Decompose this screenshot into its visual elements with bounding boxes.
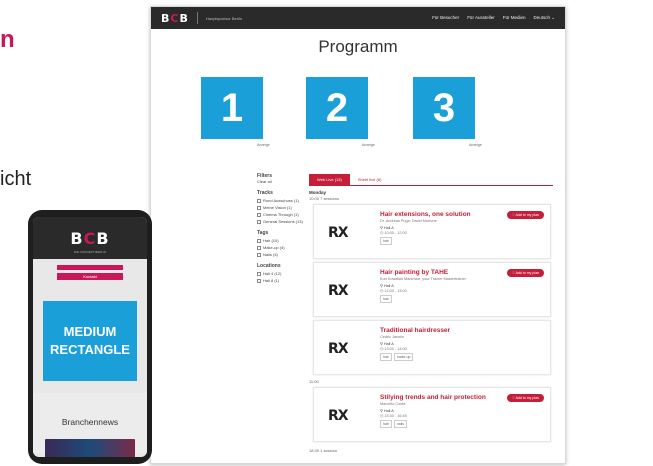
top-navigation-bar: BCB Hauptsponsor Berlin Für Besucher Für… <box>151 7 565 29</box>
day-label: Monday <box>309 190 327 195</box>
tag-filter[interactable]: Nails (4) <box>257 252 307 257</box>
news-heading: Branchennews <box>61 417 119 427</box>
logo-divider <box>196 12 198 24</box>
session-tags: hair nails <box>380 420 408 428</box>
news-image[interactable] <box>45 439 135 457</box>
program-list: Web Live (13) Sheet live (8) Monday 10:0… <box>309 173 553 453</box>
desktop-screenshot: BCB Hauptsponsor Berlin Für Besucher Für… <box>150 6 566 464</box>
tag-filter[interactable]: Make-up (4) <box>257 245 307 250</box>
ad-banner-2[interactable]: 2 <box>306 77 368 139</box>
session-speakers: Cedric Jasmin <box>380 335 405 339</box>
nav-item-exhibitors[interactable]: Für Aussteller <box>467 15 495 21</box>
session-title[interactable]: Traditional hairdresser <box>380 327 450 334</box>
banner-row: 1 Anzeige 2 Anzeige 3 Anzeige <box>151 77 565 157</box>
tab-sheet-live[interactable]: Sheet live (8) <box>350 174 390 185</box>
add-to-plan-button[interactable]: ♡ Add to my plan <box>506 394 544 402</box>
session-card[interactable]: RX Stilying trends and hair protection M… <box>313 387 551 442</box>
partial-heading: n <box>0 26 15 53</box>
session-title[interactable]: Hair painting by TAHE <box>380 269 448 276</box>
ad-caption-3: Anzeige <box>469 143 482 147</box>
track-filter[interactable]: Meine Vision (1) <box>257 205 307 210</box>
checkbox-icon[interactable] <box>257 212 261 217</box>
time-slot-label: 11:00 <box>309 379 319 384</box>
nav-item-visitors[interactable]: Für Besucher <box>432 15 459 21</box>
checkbox-icon[interactable] <box>257 205 261 210</box>
tab-web-live[interactable]: Web Live (13) <box>309 174 350 185</box>
session-title[interactable]: Hair extensions, one solution <box>380 211 471 218</box>
exhibitor-logo: RX <box>328 408 349 424</box>
tagline: Hauptsponsor Berlin <box>205 15 243 21</box>
tags-title: Tags <box>257 230 269 236</box>
session-tags: hair make-up <box>380 353 414 361</box>
tag-badge: hair <box>380 420 392 428</box>
checkbox-icon[interactable] <box>257 271 261 276</box>
location-filter[interactable]: Hall 4 (12) <box>257 271 307 276</box>
ad-caption-1: Anzeige <box>257 143 270 147</box>
tag-badge: hair <box>380 353 392 361</box>
tracks-title: Tracks <box>257 190 273 196</box>
checkbox-icon[interactable] <box>257 278 261 283</box>
language-select[interactable]: Deutsch ⌄ <box>533 15 555 21</box>
session-speakers: Marcello Costa <box>380 402 406 406</box>
tag-filter[interactable]: Hair (10) <box>257 238 307 243</box>
session-time: ◷ 13:00 - 14:00 <box>380 347 407 351</box>
checkbox-icon[interactable] <box>257 252 261 257</box>
session-tags: hair <box>380 295 392 303</box>
ad-caption-2: Anzeige <box>362 143 375 147</box>
partial-label: icht <box>0 168 32 190</box>
track-filter[interactable]: General Sessions (13) <box>257 219 307 224</box>
tag-badge: make-up <box>393 353 414 361</box>
phone-accent-bar <box>57 265 123 270</box>
track-filter[interactable]: Cinema Through (1) <box>257 212 307 217</box>
phone-logo-subtitle: DIE CONCEPT BERLIN <box>73 250 107 254</box>
tag-badge: hair <box>380 295 392 303</box>
nav-item-media[interactable]: Für Medien <box>503 15 526 21</box>
session-tags: hair <box>380 237 392 245</box>
session-card[interactable]: RX Hair painting by TAHE Kurt Kowalski M… <box>313 262 551 317</box>
phone-screen: BCB DIE CONCEPT BERLIN Kontakt MEDIUM RE… <box>33 217 147 457</box>
session-card[interactable]: RX Traditional hairdresser Cedric Jasmin… <box>313 320 551 375</box>
session-speakers: Dr. Andreas Puga, David Marrone <box>380 219 437 223</box>
locations-title: Locations <box>257 263 281 269</box>
checkbox-icon[interactable] <box>257 219 261 224</box>
add-to-plan-button[interactable]: ♡ Add to my plan <box>506 211 544 219</box>
stage: n icht BCB Hauptsponsor Berlin Für Besuc… <box>0 0 653 466</box>
phone-contact-button[interactable]: Kontakt <box>57 273 123 280</box>
ad-banner-3[interactable]: 3 <box>413 77 475 139</box>
ad-banner-1[interactable]: 1 <box>201 77 263 139</box>
main-nav: Für Besucher Für Aussteller Für Medien D… <box>432 15 555 21</box>
tag-badge: hair <box>380 237 392 245</box>
exhibitor-logo: RX <box>328 341 349 357</box>
page-title: Programm <box>318 37 398 56</box>
program-tabs: Web Live (13) Sheet live (8) <box>309 173 553 186</box>
phone-header: BCB DIE CONCEPT BERLIN <box>33 217 147 259</box>
phone-mockup: BCB DIE CONCEPT BERLIN Kontakt MEDIUM RE… <box>28 210 152 464</box>
phone-logo[interactable]: BCB <box>33 217 147 248</box>
medium-rectangle-ad[interactable]: MEDIUM RECTANGLE <box>43 301 137 381</box>
filter-sidebar: Filters Clear all Tracks Rund Ausschuss … <box>257 173 307 283</box>
checkbox-icon[interactable] <box>257 245 261 250</box>
session-time: ◷ 15:30 - 16:45 <box>380 414 407 418</box>
checkbox-icon[interactable] <box>257 198 261 203</box>
time-slot-label: 18:30 1 session <box>309 448 338 453</box>
site-logo[interactable]: BCB <box>161 12 189 25</box>
location-filter[interactable]: Hall 8 (1) <box>257 278 307 283</box>
session-title[interactable]: Stilying trends and hair protection <box>380 394 486 401</box>
exhibitor-logo: RX <box>328 225 349 241</box>
track-filter[interactable]: Rund Ausschuss (1) <box>257 198 307 203</box>
session-speakers: Kurt Kowalski Markmarr, your Trainer Mas… <box>380 277 466 281</box>
add-to-plan-button[interactable]: ♡ Add to my plan <box>506 269 544 277</box>
tag-badge: nails <box>393 420 408 428</box>
clear-filters-link[interactable]: Clear all <box>257 179 307 184</box>
session-card[interactable]: RX Hair extensions, one solution Dr. And… <box>313 204 551 259</box>
checkbox-icon[interactable] <box>257 238 261 243</box>
session-time: ◷ 10:00 - 12:00 <box>380 231 407 235</box>
time-slot-label: 10:00 7 sessions <box>309 196 340 201</box>
exhibitor-logo: RX <box>328 283 349 299</box>
session-time: ◷ 12:00 - 13:00 <box>380 289 407 293</box>
